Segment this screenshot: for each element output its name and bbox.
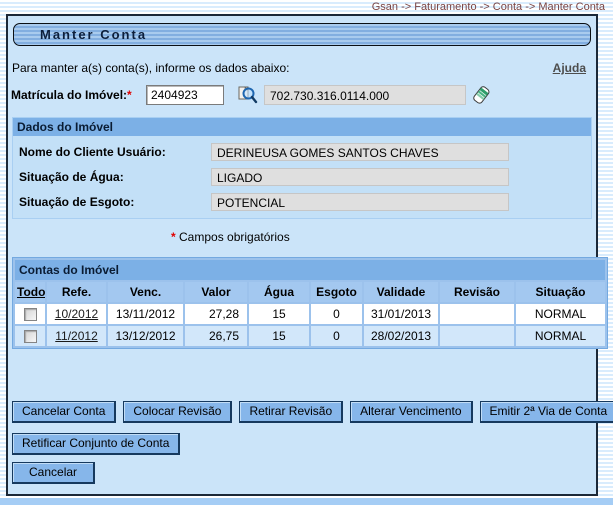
action-button-row: Cancelar Conta Colocar Revisão Retirar R… [12, 401, 596, 423]
emitir-2via-button[interactable]: Emitir 2ª Via de Conta [480, 401, 613, 423]
table-row: 10/2012 13/11/2012 27,28 15 0 31/01/2013… [15, 304, 605, 324]
column-header-todos: Todos [15, 282, 45, 302]
row-checkbox[interactable] [24, 330, 37, 343]
validade-cell: 31/01/2013 [364, 304, 438, 324]
table-row: 11/2012 13/12/2012 26,75 15 0 28/02/2013… [15, 326, 605, 346]
todos-cell [15, 304, 45, 324]
main-panel: Manter Conta Para manter a(s) conta(s), … [6, 14, 598, 496]
conta-link[interactable]: 10/2012 [55, 307, 98, 321]
matricula-input[interactable] [146, 85, 224, 105]
situacao-esgoto-value: POTENCIAL [211, 193, 509, 211]
page-title: Manter Conta [13, 23, 591, 46]
situacao-cell: NORMAL [516, 304, 605, 324]
select-all-link[interactable]: Todos [17, 285, 45, 299]
search-icon[interactable] [238, 85, 258, 105]
conta-link[interactable]: 11/2012 [55, 329, 98, 343]
bottom-band [0, 498, 613, 505]
contas-header-row: Todos Refe. Venc. Valor Água Esgoto Vali… [15, 282, 605, 302]
todos-cell [15, 326, 45, 346]
revisao-cell [440, 326, 514, 346]
instruction-text: Para manter a(s) conta(s), informe os da… [12, 61, 289, 75]
refe-cell: 11/2012 [47, 326, 106, 346]
help-link[interactable]: Ajuda [553, 61, 586, 75]
cancelar-button[interactable]: Cancelar [12, 462, 95, 484]
action-button-row: Cancelar [12, 462, 596, 484]
situacao-agua-value: LIGADO [211, 168, 509, 186]
situacao-cell: NORMAL [516, 326, 605, 346]
retificar-conjunto-button[interactable]: Retificar Conjunto de Conta [12, 433, 180, 455]
agua-cell: 15 [249, 326, 309, 346]
column-header-venc: Venc. [108, 282, 183, 302]
column-header-refe: Refe. [47, 282, 106, 302]
valor-cell: 27,28 [185, 304, 247, 324]
dados-imovel-section: Dados do Imóvel Nome do Cliente Usuário:… [12, 117, 592, 219]
column-header-esgoto: Esgoto [311, 282, 362, 302]
venc-cell: 13/12/2012 [108, 326, 183, 346]
field-row-nome: Nome do Cliente Usuário: DERINEUSA GOMES… [19, 143, 591, 161]
revisao-cell [440, 304, 514, 324]
esgoto-cell: 0 [311, 326, 362, 346]
situacao-agua-label: Situação de Água: [19, 170, 211, 184]
eraser-icon[interactable] [471, 84, 492, 106]
situacao-esgoto-label: Situação de Esgoto: [19, 195, 211, 209]
column-header-agua: Água [249, 282, 309, 302]
column-header-validade: Validade [364, 282, 438, 302]
matricula-label: Matrícula do Imóvel:* [8, 88, 146, 102]
field-row-esgoto: Situação de Esgoto: POTENCIAL [19, 193, 591, 211]
cancelar-conta-button[interactable]: Cancelar Conta [12, 401, 116, 423]
dados-imovel-title: Dados do Imóvel [13, 118, 591, 136]
validade-cell: 28/02/2013 [364, 326, 438, 346]
nome-cliente-value: DERINEUSA GOMES SANTOS CHAVES [211, 143, 509, 161]
field-row-agua: Situação de Água: LIGADO [19, 168, 591, 186]
agua-cell: 15 [249, 304, 309, 324]
nome-cliente-label: Nome do Cliente Usuário: [19, 145, 211, 159]
colocar-revisao-button[interactable]: Colocar Revisão [123, 401, 232, 423]
retirar-revisao-button[interactable]: Retirar Revisão [239, 401, 343, 423]
matricula-row: Matrícula do Imóvel:* 702.730.316.0114.0… [8, 84, 596, 106]
inscricao-field: 702.730.316.0114.000 [264, 85, 466, 105]
column-header-valor: Valor [185, 282, 247, 302]
breadcrumb: Gsan -> Faturamento -> Conta -> Manter C… [372, 1, 605, 13]
column-header-revisao: Revisão [440, 282, 514, 302]
required-fields-note: * Campos obrigatórios [171, 230, 596, 244]
row-checkbox[interactable] [24, 308, 37, 321]
valor-cell: 26,75 [185, 326, 247, 346]
refe-cell: 10/2012 [47, 304, 106, 324]
esgoto-cell: 0 [311, 304, 362, 324]
action-button-row: Retificar Conjunto de Conta [12, 433, 596, 455]
column-header-situacao: Situação [516, 282, 605, 302]
venc-cell: 13/11/2012 [108, 304, 183, 324]
alterar-vencimento-button[interactable]: Alterar Vencimento [350, 401, 472, 423]
contas-table: Contas do Imóvel Todos Refe. Venc. Valor… [12, 257, 608, 349]
instruction-row: Para manter a(s) conta(s), informe os da… [12, 61, 586, 75]
contas-table-title: Contas do Imóvel [15, 260, 605, 280]
required-asterisk: * [171, 230, 176, 244]
required-asterisk: * [127, 88, 132, 102]
